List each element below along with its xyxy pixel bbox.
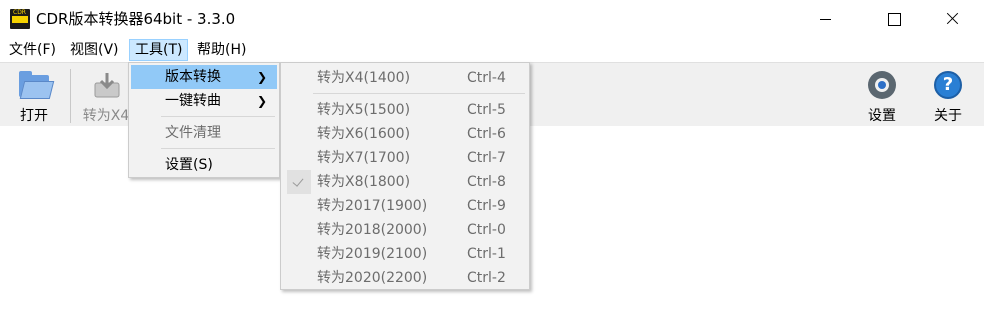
close-button[interactable] <box>929 0 975 38</box>
help-icon: ? <box>934 71 962 99</box>
menu-separator <box>161 116 275 117</box>
settings-button[interactable]: 设置 <box>856 67 908 124</box>
title-bar: CDR CDR版本转换器64bit - 3.3.0 <box>0 0 984 38</box>
menu-item-one-click-curve[interactable]: 一键转曲 ❯ <box>131 89 277 113</box>
menu-view[interactable]: 视图(V) <box>65 39 124 61</box>
chevron-right-icon: ❯ <box>256 70 267 84</box>
submenu-item-x4[interactable]: 转为X4(1400) Ctrl-4 <box>283 66 527 90</box>
tools-menu: 版本转换 ❯ 一键转曲 ❯ 文件清理 设置(S) <box>128 62 280 178</box>
chevron-right-icon: ❯ <box>256 94 267 108</box>
submenu-item-2020[interactable]: 转为2020(2200) Ctrl-2 <box>283 266 527 290</box>
about-label: 关于 <box>934 108 962 124</box>
submenu-item-x7[interactable]: 转为X7(1700) Ctrl-7 <box>283 146 527 170</box>
menu-bar: 文件(F) 视图(V) 工具(T) 帮助(H) <box>0 38 984 62</box>
minimize-button[interactable] <box>802 0 848 38</box>
open-label: 打开 <box>20 108 48 124</box>
menu-file[interactable]: 文件(F) <box>4 39 61 61</box>
toolbar-separator <box>70 69 71 123</box>
menu-tools[interactable]: 工具(T) <box>129 39 189 61</box>
convert-icon <box>92 71 122 101</box>
menu-help[interactable]: 帮助(H) <box>192 39 251 61</box>
app-icon: CDR <box>10 9 30 29</box>
submenu-item-2017[interactable]: 转为2017(1900) Ctrl-9 <box>283 194 527 218</box>
settings-label: 设置 <box>868 108 896 124</box>
submenu-item-x5[interactable]: 转为X5(1500) Ctrl-5 <box>283 98 527 122</box>
folder-open-icon <box>19 71 55 103</box>
window-title: CDR版本转换器64bit - 3.3.0 <box>36 10 236 28</box>
submenu-item-2019[interactable]: 转为2019(2100) Ctrl-1 <box>283 242 527 266</box>
submenu-item-x8[interactable]: 转为X8(1800) Ctrl-8 <box>283 170 527 194</box>
menu-item-settings[interactable]: 设置(S) <box>131 153 277 177</box>
menu-item-version-convert[interactable]: 版本转换 ❯ <box>131 65 277 89</box>
menu-separator <box>161 148 275 149</box>
submenu-item-2018[interactable]: 转为2018(2000) Ctrl-0 <box>283 218 527 242</box>
menu-separator <box>313 93 525 94</box>
convert-label: 转为X4 <box>82 108 130 124</box>
submenu-item-x6[interactable]: 转为X6(1600) Ctrl-6 <box>283 122 527 146</box>
version-submenu: 转为X4(1400) Ctrl-4 转为X5(1500) Ctrl-5 转为X6… <box>280 62 530 290</box>
gear-icon <box>868 71 896 99</box>
open-button[interactable]: 打开 <box>6 67 62 124</box>
menu-item-file-cleanup[interactable]: 文件清理 <box>131 121 277 145</box>
convert-button[interactable]: 转为X4 <box>78 67 134 124</box>
about-button[interactable]: ? 关于 <box>922 67 974 124</box>
maximize-button[interactable] <box>871 0 917 38</box>
check-icon <box>287 170 311 194</box>
